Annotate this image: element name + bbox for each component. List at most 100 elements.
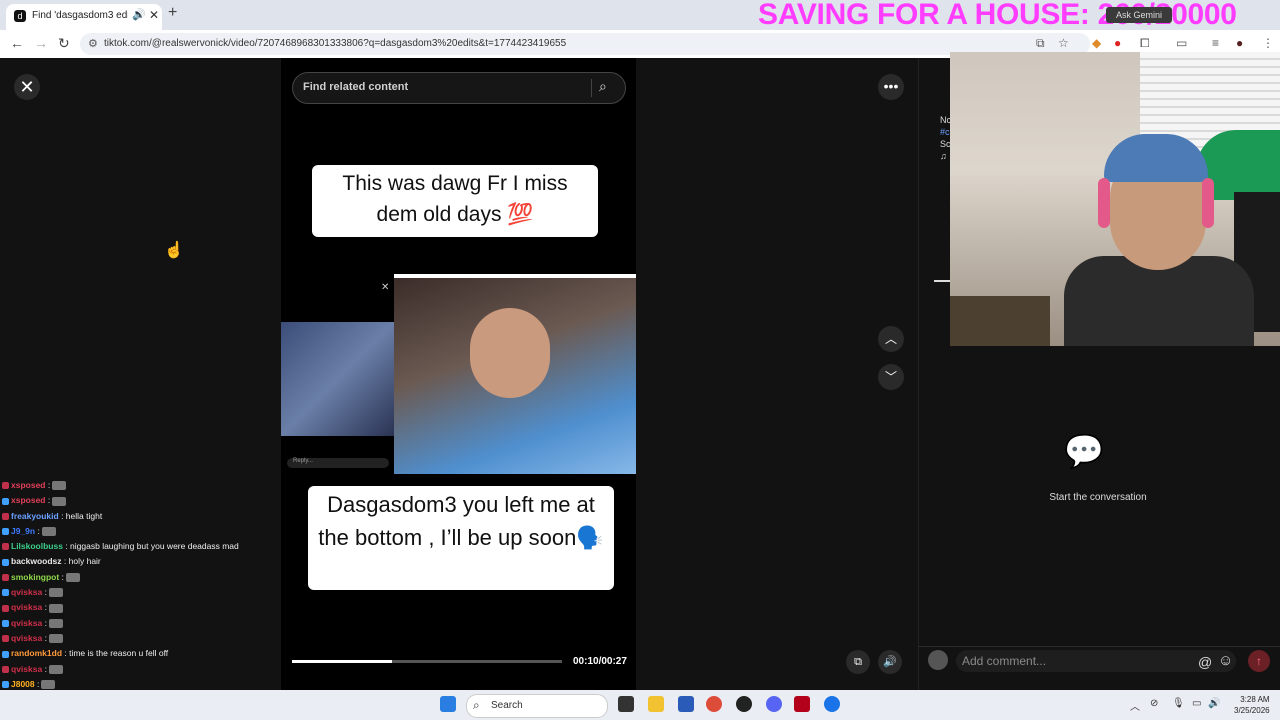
chat-badge-icon xyxy=(2,574,9,582)
speaker-icon[interactable]: 🔊 xyxy=(132,8,146,21)
chat-username[interactable]: Lilskoolbuss xyxy=(11,541,63,551)
chat-message: qvisksa : xyxy=(2,585,278,600)
ask-gemini-badge[interactable]: Ask Gemini xyxy=(1106,7,1172,23)
taskbar-search[interactable]: ⌕ Search xyxy=(466,694,608,718)
chat-message: xsposed : xyxy=(2,493,278,508)
comment-placeholder: Add comment... xyxy=(962,654,1047,668)
close-tab-icon[interactable]: ✕ xyxy=(149,8,159,22)
tray-overflow-chevron-icon[interactable]: ︿ xyxy=(1130,698,1140,713)
chat-message: xsposed : xyxy=(2,478,278,493)
clock-date: 3/25/2026 xyxy=(1234,706,1270,715)
chat-username[interactable]: J8008 xyxy=(11,679,35,689)
chat-username[interactable]: J9_9n xyxy=(11,526,35,536)
chat-emote-icon xyxy=(52,481,67,491)
site-info-icon[interactable]: ⚙ xyxy=(88,37,98,50)
webcam-headset-right xyxy=(1202,178,1214,228)
taskbar-search-placeholder: Search xyxy=(491,700,523,711)
video-progress-fill xyxy=(292,660,392,663)
webcam-headset-left xyxy=(1098,178,1110,228)
chat-badge-icon xyxy=(2,512,9,520)
empty-comments-illustration-icon: 💬 xyxy=(1064,433,1104,469)
reading-list-icon[interactable]: ≡ xyxy=(1212,36,1219,50)
chat-username[interactable]: smokingpot xyxy=(11,572,59,582)
chat-message: freakyoukid : hella tight xyxy=(2,509,278,524)
chat-message: qvisksa : xyxy=(2,600,278,615)
emoji-icon[interactable]: ☺ xyxy=(1218,652,1233,669)
windows-taskbar: ⌕ Search ︿ ⊘ 🎙 ▭ 🔊 3:28 AM 3/25/2026 xyxy=(0,690,1280,720)
chat-username[interactable]: xsposed xyxy=(11,480,46,490)
chat-message: backwoodsz : holy hair xyxy=(2,554,278,569)
chat-text: : xyxy=(42,632,47,643)
bookmark-star-icon[interactable]: ☆ xyxy=(1058,36,1069,50)
cast-icon[interactable]: ▭ xyxy=(1176,36,1187,50)
menu-kebab-icon[interactable]: ⋮ xyxy=(1262,36,1274,50)
caption-top: This was dawg Fr I miss dem old days 💯 xyxy=(312,165,598,237)
chat-text: : xyxy=(42,617,47,628)
volume-icon[interactable]: 🔊 xyxy=(878,650,902,674)
file-explorer-icon[interactable] xyxy=(648,696,664,712)
clip-close-icon: ✕ xyxy=(381,282,390,293)
related-search-input[interactable]: Find related content ⌕ xyxy=(292,72,626,104)
chat-username[interactable]: qvisksa xyxy=(11,633,42,643)
chat-username[interactable]: qvisksa xyxy=(11,602,42,612)
install-app-icon[interactable]: ⧉ xyxy=(1036,36,1045,51)
display-icon[interactable]: ▭ xyxy=(1192,698,1201,709)
microphone-icon[interactable]: 🎙 xyxy=(1172,698,1185,709)
webcam-desk xyxy=(950,296,1050,346)
extension-red-icon[interactable]: ● xyxy=(1114,36,1121,50)
chat-username[interactable]: qvisksa xyxy=(11,664,42,674)
profile-avatar-icon[interactable]: ● xyxy=(1236,36,1243,50)
next-video-chevron-down-icon[interactable]: ﹀ xyxy=(878,364,904,390)
chat-text: : xyxy=(42,587,47,598)
extensions-puzzle-icon[interactable]: ⧠ xyxy=(1140,36,1150,51)
video-person xyxy=(470,308,550,398)
reload-icon[interactable]: ↻ xyxy=(58,35,70,52)
picture-in-picture-icon[interactable]: ⧉ xyxy=(846,650,870,674)
chat-text: : time is the reason u fell off xyxy=(62,648,169,659)
store-icon[interactable] xyxy=(678,696,694,712)
video-clip-left xyxy=(281,322,394,436)
obs-icon[interactable] xyxy=(736,696,752,712)
chat-badge-icon xyxy=(2,665,9,673)
chat-username[interactable]: randomk1dd xyxy=(11,648,62,658)
avatar xyxy=(928,650,948,670)
browser-tab[interactable]: d Find 'dasgasdom3 edits' on 🔊 ✕ xyxy=(6,4,162,30)
forward-icon[interactable]: → xyxy=(34,35,48,51)
extension-icon[interactable]: ◆ xyxy=(1092,36,1101,50)
chat-emote-icon xyxy=(52,496,67,506)
chrome-icon[interactable] xyxy=(706,696,722,712)
chat-username[interactable]: backwoodsz xyxy=(11,556,62,566)
network-icon[interactable]: ⊘ xyxy=(1150,698,1158,709)
caption-top-text: This was dawg Fr I miss dem old days 💯 xyxy=(342,172,568,226)
system-clock[interactable]: 3:28 AM 3/25/2026 xyxy=(1234,694,1270,716)
new-tab-button[interactable]: + xyxy=(168,4,177,22)
search-icon[interactable]: ⌕ xyxy=(599,78,607,95)
mention-icon[interactable]: @ xyxy=(1198,654,1212,670)
chat-username[interactable]: qvisksa xyxy=(11,618,42,628)
close-icon[interactable]: ✕ xyxy=(14,74,40,100)
previous-video-chevron-up-icon[interactable]: ︿ xyxy=(878,326,904,352)
chat-username[interactable]: xsposed xyxy=(11,495,46,505)
chat-text: : xyxy=(42,602,47,613)
back-icon[interactable]: ← xyxy=(10,35,24,51)
post-comment-button[interactable]: ↑ xyxy=(1248,650,1270,672)
chat-emote-icon xyxy=(48,634,63,644)
address-bar[interactable]: ⚙ tiktok.com/@realswervonick/video/72074… xyxy=(80,33,1090,55)
windows-start-icon[interactable] xyxy=(440,696,456,712)
chat-message: qvisksa : xyxy=(2,662,278,677)
chat-badge-icon xyxy=(2,497,9,505)
discord-icon[interactable] xyxy=(766,696,782,712)
chat-username[interactable]: freakyoukid xyxy=(11,511,59,521)
more-options-icon[interactable]: ••• xyxy=(878,74,904,100)
volume-tray-icon[interactable]: 🔊 xyxy=(1208,698,1220,709)
adobe-icon[interactable] xyxy=(794,696,810,712)
chat-badge-icon xyxy=(2,604,9,612)
chat-emote-icon xyxy=(48,603,63,613)
empty-comments-text: Start the conversation xyxy=(1049,492,1147,503)
chat-text: : xyxy=(45,495,51,506)
task-view-icon[interactable] xyxy=(618,696,634,712)
comment-input[interactable]: Add comment... xyxy=(956,650,1236,672)
chrome-canary-icon[interactable] xyxy=(824,696,840,712)
video-time: 00:10/00:27 xyxy=(573,656,627,667)
chat-username[interactable]: qvisksa xyxy=(11,587,42,597)
